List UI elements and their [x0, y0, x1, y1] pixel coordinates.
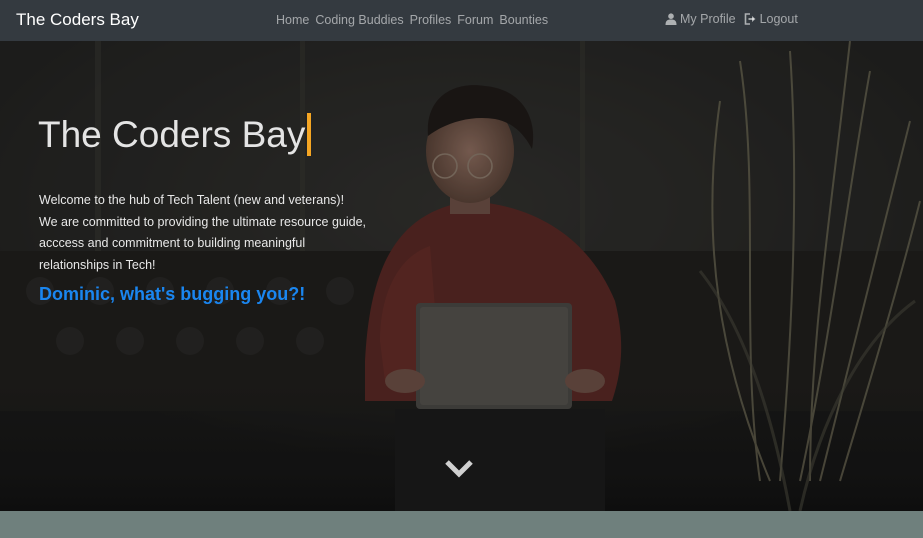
hero-dark-overlay [0, 41, 923, 511]
hero-description: Welcome to the hub of Tech Talent (new a… [39, 190, 384, 276]
next-section-band [0, 511, 923, 538]
chevron-down-icon [445, 460, 473, 483]
hero-title: The Coders Bay [38, 113, 312, 156]
hero-title-text: The Coders Bay [38, 113, 306, 155]
typing-cursor [307, 113, 312, 156]
nav-home-link[interactable]: Home [276, 13, 309, 27]
brand-link[interactable]: The Coders Bay [16, 10, 139, 30]
nav-forum-link[interactable]: Forum [457, 13, 493, 27]
user-icon [665, 13, 677, 25]
my-profile-link[interactable]: My Profile [665, 12, 736, 26]
nav-bounties-link[interactable]: Bounties [499, 13, 548, 27]
scroll-down-button[interactable] [445, 459, 473, 484]
user-nav: My Profile Logout [665, 12, 798, 26]
nav-profiles-link[interactable]: Profiles [410, 13, 452, 27]
hero-line-4: relationships in Tech! [39, 257, 156, 272]
logout-link[interactable]: Logout [744, 12, 798, 26]
top-navbar: The Coders Bay Home Coding Buddies Profi… [0, 0, 923, 41]
my-profile-label: My Profile [680, 12, 736, 26]
hero-section: The Coders Bay Welcome to the hub of Tec… [0, 41, 923, 511]
hero-line-2: We are committed to providing the ultima… [39, 214, 367, 229]
hero-question: Dominic, what's bugging you?! [39, 284, 306, 304]
logout-icon [744, 13, 757, 25]
main-nav: Home Coding Buddies Profiles Forum Bount… [276, 13, 548, 27]
hero-line-3: acccess and commitment to building meani… [39, 236, 306, 250]
nav-coding-buddies-link[interactable]: Coding Buddies [315, 13, 403, 27]
logout-label: Logout [759, 12, 798, 26]
hero-line-1: Welcome to the hub of Tech Talent (new a… [39, 193, 345, 207]
